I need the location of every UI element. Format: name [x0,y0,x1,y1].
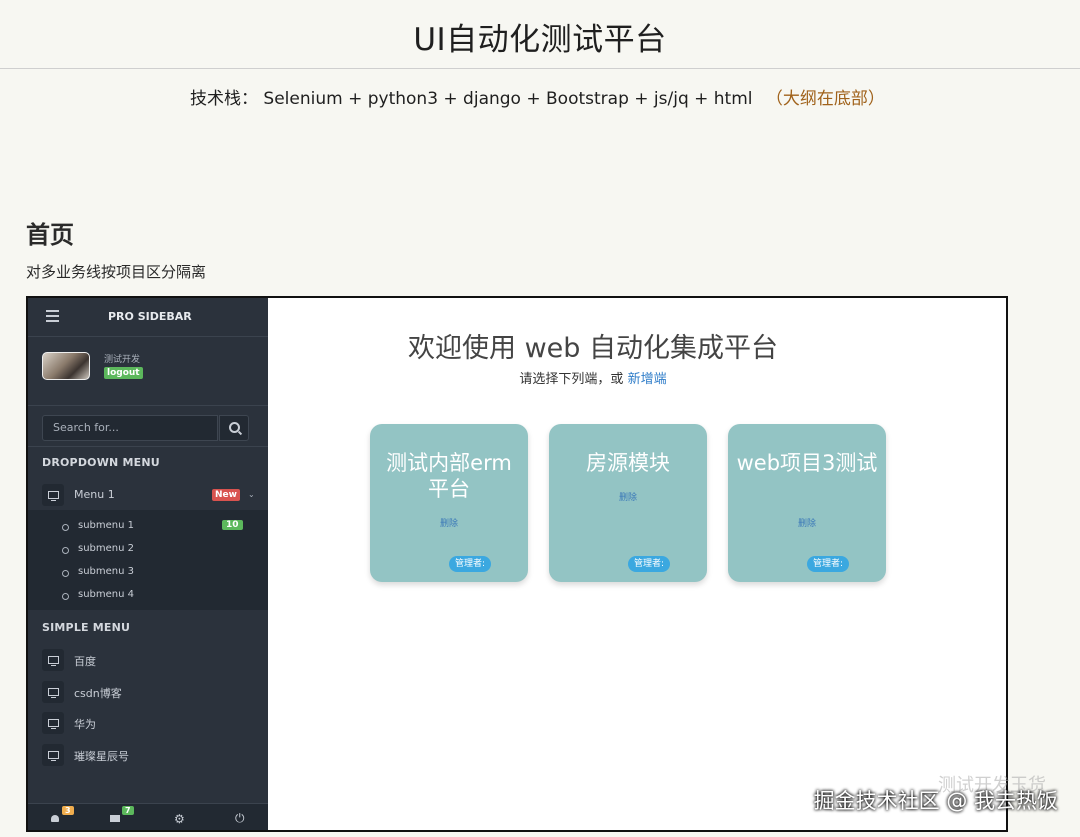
tech-stack-line: 技术栈： Selenium + python3 + django + Boots… [190,84,885,109]
submenu-item-3[interactable]: submenu 3 [62,565,252,583]
notifications-button[interactable]: 3 [28,804,88,830]
messages-badge: 7 [122,806,134,815]
watermark: 掘金技术社区 @ 我去热饭 [813,789,1058,813]
sidebar: PRO SIDEBAR 测试开发 logout Search for... DR… [28,298,268,830]
avatar [42,352,90,380]
count-badge: 10 [222,520,243,530]
sidebar-header: PRO SIDEBAR [28,298,268,337]
sidebar-item-baidu[interactable]: 百度 [42,649,254,673]
project-card[interactable]: web项目3测试 删除 管理者: [728,424,886,582]
sidebar-item-label: Menu 1 [74,488,115,501]
sidebar-item-star[interactable]: 璀璨星辰号 [42,744,254,768]
circle-icon [62,593,69,600]
card-title[interactable]: 测试内部erm平台 [378,450,520,502]
admin-badge[interactable]: 管理者: [628,556,671,572]
power-button[interactable]: ⏻ [208,804,268,830]
tech-stack-label: 技术栈： [190,89,258,109]
welcome-subtitle: 请选择下列端，或 新增端 [268,368,918,387]
user-name: 测试开发 [104,355,141,365]
submenu-list: submenu 1 10 submenu 2 submenu 3 submenu… [28,510,268,610]
submenu-label: submenu 4 [78,589,135,600]
page-title: UI自动化测试平台 [413,22,667,58]
project-card[interactable]: 房源模块 删除 管理者: [549,424,707,582]
search-button[interactable] [219,415,249,441]
circle-icon [62,570,69,577]
circle-icon [62,547,69,554]
screenshot-frame: PRO SIDEBAR 测试开发 logout Search for... DR… [26,296,1008,832]
card-title[interactable]: 房源模块 [557,450,699,476]
admin-badge[interactable]: 管理者: [807,556,850,572]
sidebar-item-csdn[interactable]: csdn博客 [42,681,254,705]
search-input[interactable]: Search for... [42,415,218,441]
settings-button[interactable]: ⚙ [148,804,208,830]
sidebar-item-label: 百度 [74,655,96,668]
submenu-label: submenu 3 [78,566,135,577]
new-badge: New [212,489,240,501]
logout-button[interactable]: logout [104,367,143,379]
subtitle-text: 请选择下列端，或 [519,372,624,387]
simple-menu-header: SIMPLE MENU [42,621,131,634]
sidebar-footer: 3 7 ⚙ ⏻ [28,803,268,830]
sidebar-item-label: 华为 [74,718,96,731]
submenu-item-1[interactable]: submenu 1 10 [62,519,252,537]
delete-link[interactable]: 删除 [549,490,707,503]
submenu-item-4[interactable]: submenu 4 [62,588,252,606]
delete-link[interactable]: 删除 [728,516,886,529]
submenu-item-2[interactable]: submenu 2 [62,542,252,560]
circle-icon [62,524,69,531]
sidebar-brand[interactable]: PRO SIDEBAR [108,310,192,323]
title-divider [0,68,1080,69]
messages-button[interactable]: 7 [88,804,148,830]
user-info: 测试开发 logout [28,337,268,406]
sidebar-item-huawei[interactable]: 华为 [42,712,254,736]
monitor-icon [42,744,64,766]
section-heading: 首页 [26,221,74,249]
sidebar-search: Search for... [28,406,268,447]
power-icon: ⏻ [235,811,245,825]
monitor-icon [42,712,64,734]
submenu-label: submenu 1 [78,520,135,531]
card-title[interactable]: web项目3测试 [736,450,878,476]
chevron-down-icon: ⌄ [248,490,255,499]
admin-badge[interactable]: 管理者: [449,556,492,572]
delete-link[interactable]: 删除 [370,516,528,529]
welcome-title: 欢迎使用 web 自动化集成平台 [408,333,778,364]
submenu-label: submenu 2 [78,543,135,554]
envelope-icon [110,815,120,822]
monitor-icon [42,649,64,671]
sidebar-item-menu-1[interactable]: Menu 1 New ⌄ [42,484,255,508]
bell-icon [51,815,59,822]
monitor-icon [42,484,64,506]
sidebar-item-label: 璀璨星辰号 [74,750,129,763]
notifications-badge: 3 [62,806,74,815]
project-card[interactable]: 测试内部erm平台 删除 管理者: [370,424,528,582]
dropdown-menu-header: DROPDOWN MENU [42,456,160,469]
hamburger-icon[interactable] [46,310,59,325]
sidebar-item-label: csdn博客 [74,687,122,700]
tech-stack-text: Selenium + python3 + django + Bootstrap … [263,89,753,109]
main-content: 欢迎使用 web 自动化集成平台 请选择下列端，或 新增端 测试内部erm平台 … [268,298,1006,830]
section-description: 对多业务线按项目区分隔离 [26,263,207,281]
monitor-icon [42,681,64,703]
outline-note: （大纲在底部） [765,89,885,109]
gear-icon: ⚙ [174,812,185,826]
add-endpoint-link[interactable]: 新增端 [628,372,667,387]
